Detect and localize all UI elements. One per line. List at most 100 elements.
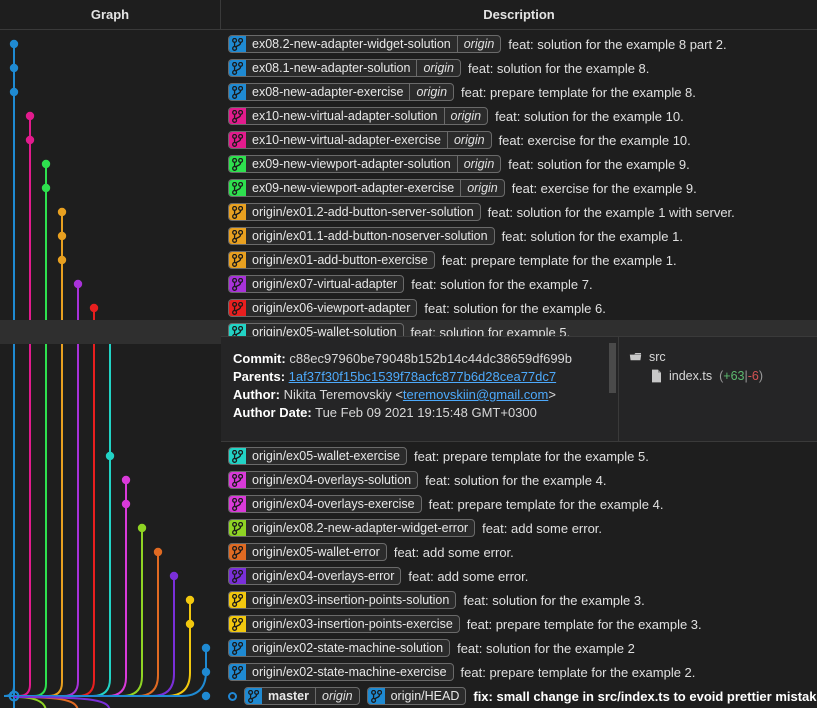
branch-ref-badge[interactable]: origin/ex02-state-machine-exercise (228, 663, 454, 681)
commit-row[interactable]: master origin origin/HEAD fix: small change… (0, 684, 817, 708)
column-header-graph[interactable]: Graph (0, 0, 221, 29)
branch-ref-badge[interactable]: origin/ex07-virtual-adapter (228, 275, 405, 293)
branch-ref-badge[interactable]: origin/ex04-overlays-solution (228, 471, 419, 489)
branch-icon (229, 84, 246, 100)
commit-message: feat: solution for the example 9. (508, 156, 690, 172)
branch-icon (229, 568, 246, 584)
detail-scrollbar[interactable] (609, 343, 616, 393)
commit-row-content: origin/ex04-overlays-error feat: add some… (228, 564, 528, 588)
author-date-label: Author Date: (233, 405, 312, 420)
branch-ref-badge[interactable]: origin/ex06-viewport-adapter (228, 299, 418, 317)
branch-ref-badge[interactable]: origin/ex08.2-new-adapter-widget-error (228, 519, 476, 537)
commit-hash-label: Commit: (233, 351, 286, 366)
branch-ref-badge[interactable]: ex09-new-viewport-adapter-exercise origin (228, 179, 505, 197)
commit-message: feat: prepare template for the example 4… (428, 496, 664, 512)
commit-row[interactable]: origin/ex03-insertion-points-solution fea… (0, 588, 817, 612)
file-tree-folder-row[interactable]: src (629, 347, 817, 366)
folder-name: src (649, 349, 666, 364)
branch-icon (229, 448, 246, 464)
commit-row[interactable]: origin/ex05-wallet-exercise feat: prepare… (0, 444, 817, 468)
commit-row[interactable]: ex10-new-virtual-adapter-exercise origin f… (0, 128, 817, 152)
branch-ref-badge[interactable]: origin/ex03-insertion-points-solution (228, 591, 457, 609)
commit-row[interactable]: origin/ex04-overlays-error feat: add some… (0, 564, 817, 588)
branch-icon (367, 688, 385, 704)
commit-row-content: origin/ex03-insertion-points-exercise fea… (228, 612, 702, 636)
file-name: index.ts (669, 368, 713, 383)
commit-row[interactable]: origin/ex06-viewport-adapter feat: soluti… (0, 296, 817, 320)
branch-name: origin/ex01.2-add-button-server-solution (252, 204, 474, 219)
branch-ref-badge[interactable]: ex08.1-new-adapter-solution origin (228, 59, 462, 77)
commit-message: feat: solution for the example 4. (425, 472, 607, 488)
branch-icon (229, 156, 246, 172)
branch-name: origin/HEAD (390, 688, 460, 703)
author-name: Nikita Teremovskiy (283, 387, 392, 402)
commit-row[interactable]: ex08.1-new-adapter-solution origin feat: s… (0, 56, 817, 80)
branch-remote-name: origin (315, 688, 359, 704)
commit-message: feat: solution for the example 8 part 2. (508, 36, 727, 52)
commit-row-content: origin/ex01.1-add-button-noserver-soluti… (228, 224, 683, 248)
branch-ref-badge[interactable]: origin/ex05-wallet-exercise (228, 447, 407, 465)
branch-ref-badge[interactable]: origin/ex05-wallet-error (228, 543, 387, 561)
commit-row-content: ex10-new-virtual-adapter-exercise origin f… (228, 128, 691, 152)
commit-row[interactable]: ex10-new-virtual-adapter-solution origin f… (0, 104, 817, 128)
commit-message: feat: add some error. (482, 520, 603, 536)
commit-row[interactable]: origin/ex04-overlays-exercise feat: prepa… (0, 492, 817, 516)
commit-row[interactable]: origin/ex03-insertion-points-exercise fea… (0, 612, 817, 636)
branch-ref-badge[interactable]: ex10-new-virtual-adapter-solution origin (228, 107, 489, 125)
commit-row[interactable]: ex09-new-viewport-adapter-solution origin… (0, 152, 817, 176)
commit-row[interactable]: origin/ex01.2-add-button-server-solution… (0, 200, 817, 224)
branch-ref-badge[interactable]: origin/ex01.1-add-button-noserver-soluti… (228, 227, 495, 245)
branch-ref-badge[interactable]: ex10-new-virtual-adapter-exercise origin (228, 131, 492, 149)
commit-row-content: origin/ex03-insertion-points-solution fea… (228, 588, 645, 612)
branch-name: origin/ex01-add-button-exercise (252, 252, 428, 267)
branch-ref-badge[interactable]: origin/ex03-insertion-points-exercise (228, 615, 460, 633)
branch-icon (229, 228, 246, 244)
file-icon (651, 369, 662, 383)
commit-row-content: master origin origin/HEAD fix: small change… (228, 684, 817, 708)
branch-icon (229, 132, 246, 148)
commit-row-content: ex08.1-new-adapter-solution origin feat: s… (228, 56, 649, 80)
commit-row-content: origin/ex06-viewport-adapter feat: soluti… (228, 296, 606, 320)
branch-ref-badge[interactable]: ex08-new-adapter-exercise origin (228, 83, 455, 101)
commit-detail-panel: Commit: c88ec97960be79048b152b14c44dc386… (221, 336, 817, 442)
commit-row[interactable]: origin/ex08.2-new-adapter-widget-error fe… (0, 516, 817, 540)
branch-name: origin/ex08.2-new-adapter-widget-error (252, 520, 469, 535)
branch-ref-badge[interactable]: master origin (244, 687, 360, 705)
parent-hash-link[interactable]: 1af37f30f15bc1539f78acfc877b6d28cea77dc7 (289, 369, 556, 384)
branch-ref-badge[interactable]: ex08.2-new-adapter-widget-solution origin (228, 35, 502, 53)
commit-row-content: ex08-new-adapter-exercise origin feat: pre… (228, 80, 696, 104)
commit-row[interactable]: origin/ex01-add-button-exercise feat: pre… (0, 248, 817, 272)
branch-ref-badge[interactable]: origin/ex02-state-machine-solution (228, 639, 451, 657)
branch-ref-badge[interactable]: ex09-new-viewport-adapter-solution origin (228, 155, 502, 173)
folder-icon (629, 350, 642, 363)
commit-row[interactable]: origin/ex04-overlays-solution feat: solut… (0, 468, 817, 492)
branch-ref-badge[interactable]: origin/ex04-overlays-error (228, 567, 402, 585)
commit-row[interactable]: origin/ex02-state-machine-exercise feat: … (0, 660, 817, 684)
commit-row-content: ex10-new-virtual-adapter-solution origin f… (228, 104, 684, 128)
branch-ref-badge[interactable]: origin/HEAD (366, 687, 467, 705)
commit-row[interactable]: origin/ex02-state-machine-solution feat: … (0, 636, 817, 660)
branch-ref-badge[interactable]: origin/ex01.2-add-button-server-solution (228, 203, 481, 221)
commit-message: feat: solution for the example 7. (411, 276, 593, 292)
branch-icon (229, 592, 246, 608)
parents-label: Parents: (233, 369, 286, 384)
column-header-description[interactable]: Description (221, 0, 817, 29)
branch-icon (229, 204, 246, 220)
author-email-link[interactable]: teremovskiin@gmail.com (403, 387, 548, 402)
file-tree-file-row[interactable]: index.ts (+63|-6) (629, 366, 817, 385)
commit-row[interactable]: ex09-new-viewport-adapter-exercise origin… (0, 176, 817, 200)
branch-icon (229, 544, 246, 560)
commit-row-content: origin/ex04-overlays-exercise feat: prepa… (228, 492, 663, 516)
author-email-open: < (395, 387, 403, 402)
branch-remote-name: origin (456, 156, 501, 172)
branch-ref-badge[interactable]: origin/ex04-overlays-exercise (228, 495, 422, 513)
branch-icon (229, 252, 246, 268)
commit-row[interactable]: origin/ex07-virtual-adapter feat: solutio… (0, 272, 817, 296)
commit-row-content: origin/ex05-wallet-exercise feat: prepare… (228, 444, 649, 468)
commit-row[interactable]: ex08-new-adapter-exercise origin feat: pre… (0, 80, 817, 104)
commit-row[interactable]: origin/ex01.1-add-button-noserver-soluti… (0, 224, 817, 248)
commit-row-content: ex09-new-viewport-adapter-solution origin… (228, 152, 690, 176)
commit-row[interactable]: origin/ex05-wallet-error feat: add some e… (0, 540, 817, 564)
commit-row[interactable]: ex08.2-new-adapter-widget-solution origin… (0, 32, 817, 56)
branch-ref-badge[interactable]: origin/ex01-add-button-exercise (228, 251, 435, 269)
